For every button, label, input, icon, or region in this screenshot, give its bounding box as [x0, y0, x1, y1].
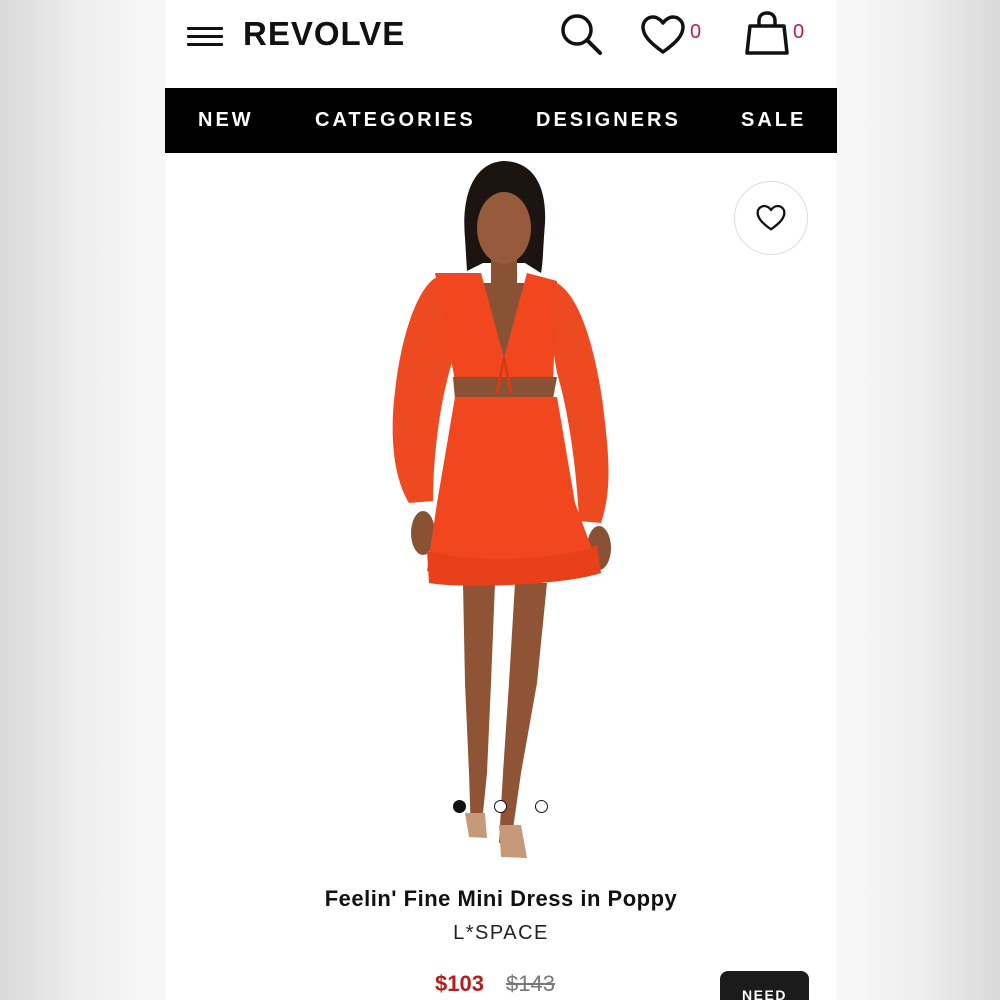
nav-item-designers[interactable]: DESIGNERS [536, 108, 681, 132]
main-nav: NEW CATEGORIES DESIGNERS SALE [165, 88, 837, 153]
carousel-dot-3[interactable] [535, 800, 548, 813]
nav-item-categories[interactable]: CATEGORIES [315, 108, 476, 132]
carousel-dot-1[interactable] [453, 800, 466, 813]
product-image-carousel[interactable] [165, 153, 837, 873]
heart-icon [756, 204, 786, 231]
wishlist-heart-icon[interactable] [639, 14, 687, 56]
app-screen: REVOLVE 0 0 NEW CATEGORIES DESIGNERS SAL… [165, 0, 837, 1000]
product-title: Feelin' Fine Mini Dress in Poppy [324, 886, 678, 911]
shopping-bag-icon[interactable] [745, 10, 789, 56]
bag-count: 0 [793, 21, 805, 43]
carousel-dot-2[interactable] [494, 800, 507, 813]
nav-item-sale[interactable]: SALE [741, 108, 806, 132]
product-photo [392, 161, 611, 858]
product-brand[interactable]: L*SPACE [165, 919, 837, 947]
favorite-button[interactable] [734, 181, 808, 255]
wishlist-count: 0 [690, 21, 702, 43]
hamburger-menu-icon[interactable] [187, 24, 223, 50]
sale-price: $103 [435, 971, 484, 996]
carousel-dots [453, 800, 553, 816]
top-header: REVOLVE 0 0 [165, 0, 837, 88]
search-icon[interactable] [558, 11, 604, 57]
need-button[interactable]: NEED [720, 971, 809, 1000]
brand-logo[interactable]: REVOLVE [243, 14, 405, 54]
nav-item-new[interactable]: NEW [198, 108, 254, 132]
original-price: $143 [506, 971, 555, 996]
